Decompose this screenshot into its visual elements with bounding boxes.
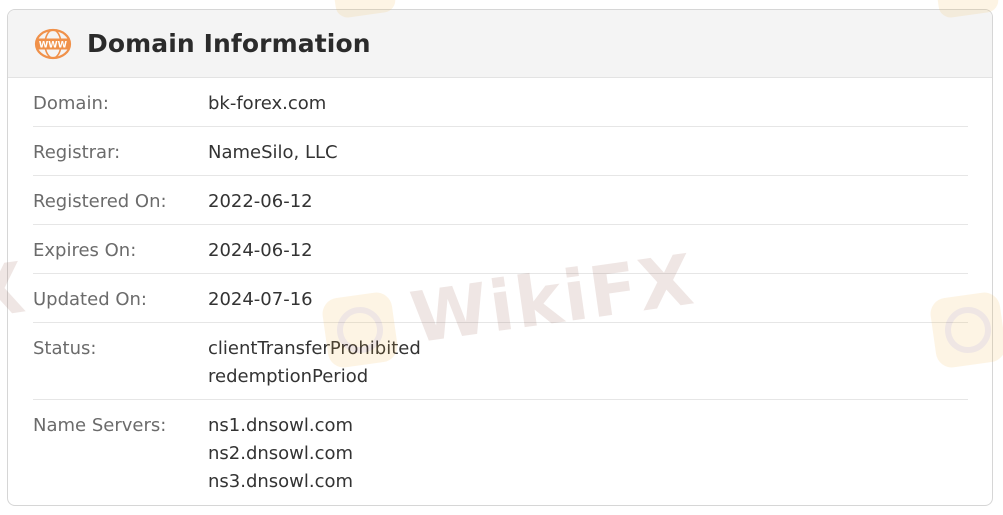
row-status: Status: clientTransferProhibited redempt… (33, 323, 968, 400)
domain-info-table: Domain: bk-forex.com Registrar: NameSilo… (8, 78, 992, 505)
row-updated-on: Updated On: 2024-07-16 (33, 274, 968, 323)
row-label: Status: (33, 338, 97, 359)
row-registrar: Registrar: NameSilo, LLC (33, 127, 968, 176)
card-header: WWW Domain Information (8, 10, 992, 78)
name-server-value: ns1.dnsowl.com (208, 415, 354, 436)
row-label: Registrar: (33, 142, 121, 163)
row-domain: Domain: bk-forex.com (33, 78, 968, 127)
name-server-value: ns2.dnsowl.com (208, 443, 354, 464)
row-value: 2024-06-12 (208, 237, 313, 273)
row-value: bk-forex.com (208, 90, 326, 126)
status-value: clientTransferProhibited (208, 338, 421, 359)
expires-on-value: 2024-06-12 (208, 240, 313, 261)
row-value: NameSilo, LLC (208, 139, 338, 175)
row-label: Name Servers: (33, 415, 167, 436)
row-value: ns1.dnsowl.com ns2.dnsowl.com ns3.dnsowl… (208, 412, 354, 505)
row-value: clientTransferProhibited redemptionPerio… (208, 335, 421, 399)
domain-value: bk-forex.com (208, 93, 327, 114)
row-expires-on: Expires On: 2024-06-12 (33, 225, 968, 274)
domain-information-card: WWW Domain Information Domain: bk-forex.… (7, 9, 993, 506)
name-server-value: ns3.dnsowl.com (208, 471, 354, 492)
page: WWW Domain Information Domain: bk-forex.… (0, 0, 1003, 515)
row-label: Registered On: (33, 191, 167, 212)
card-title: Domain Information (87, 29, 371, 58)
row-label: Updated On: (33, 289, 147, 310)
row-label: Expires On: (33, 240, 137, 261)
registered-on-value: 2022-06-12 (208, 191, 313, 212)
www-icon: WWW (34, 28, 72, 59)
updated-on-value: 2024-07-16 (208, 289, 313, 310)
www-icon-text: WWW (39, 40, 68, 50)
registrar-value: NameSilo, LLC (208, 142, 338, 163)
row-value: 2022-06-12 (208, 188, 313, 224)
row-registered-on: Registered On: 2022-06-12 (33, 176, 968, 225)
status-value: redemptionPeriod (208, 366, 369, 387)
row-label: Domain: (33, 93, 109, 114)
row-name-servers: Name Servers: ns1.dnsowl.com ns2.dnsowl.… (33, 400, 968, 505)
row-value: 2024-07-16 (208, 286, 313, 322)
